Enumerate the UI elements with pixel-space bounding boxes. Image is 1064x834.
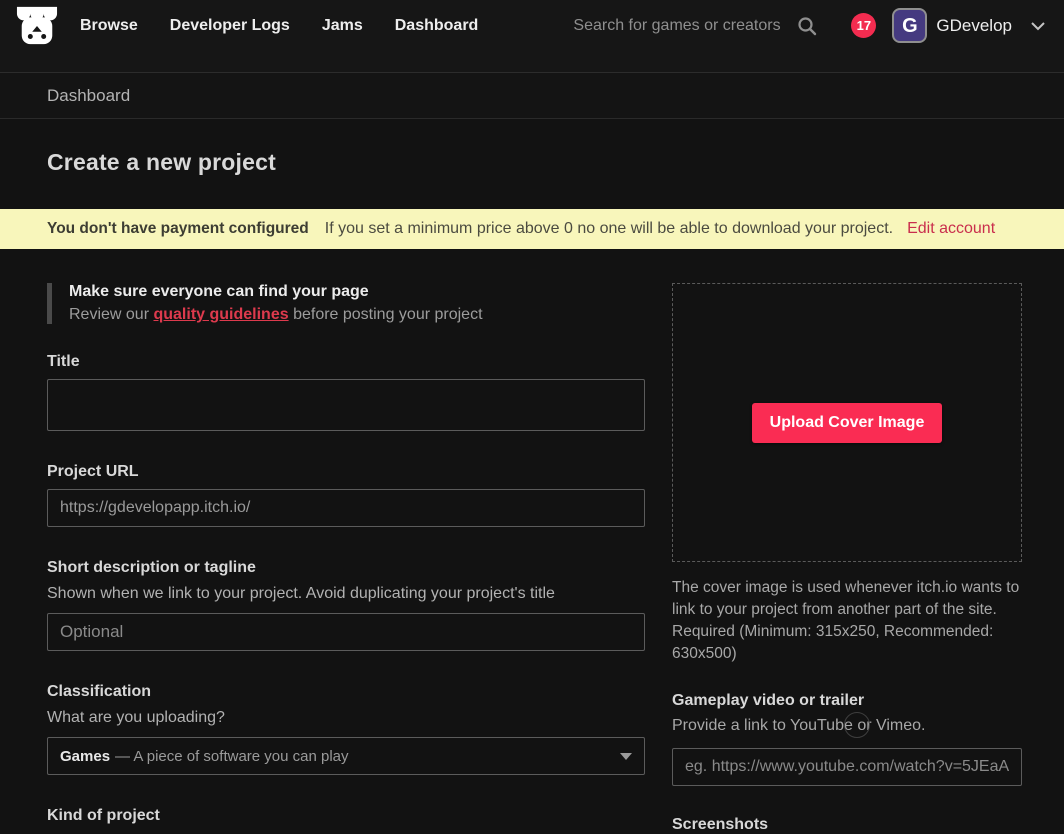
project-url-label: Project URL [47, 463, 645, 481]
classification-field-group: Classification What are you uploading? G… [47, 683, 645, 775]
page-header: Create a new project [0, 119, 1064, 176]
search-icon[interactable] [797, 16, 817, 36]
classification-help: What are you uploading? [47, 709, 645, 727]
title-label: Title [47, 353, 645, 371]
page-title: Create a new project [47, 149, 1017, 176]
gameplay-video-label: Gameplay video or trailer [672, 692, 1022, 710]
quality-hint: Make sure everyone can find your page Re… [47, 283, 645, 324]
classification-select[interactable]: Games — A piece of software you can play [47, 737, 645, 775]
short-description-input[interactable] [47, 613, 645, 651]
search-input[interactable] [573, 17, 791, 35]
classification-selected-description: — A piece of software you can play [115, 748, 348, 765]
hint-subtitle: Review our quality guidelines before pos… [69, 306, 645, 324]
classification-selected-value: Games [60, 748, 110, 765]
hint-post: before posting your project [289, 306, 483, 323]
itchio-logo-icon[interactable] [14, 5, 60, 47]
banner-text: If you set a minimum price above 0 no on… [325, 220, 893, 238]
cover-image-help: The cover image is used whenever itch.io… [672, 577, 1022, 665]
avatar[interactable]: G [892, 8, 927, 43]
breadcrumb-dashboard[interactable]: Dashboard [47, 86, 130, 106]
username[interactable]: GDevelop [936, 16, 1012, 36]
short-description-field-group: Short description or tagline Shown when … [47, 559, 645, 651]
hint-pre: Review our [69, 306, 153, 323]
project-url-input[interactable] [47, 489, 645, 527]
project-url-field-group: Project URL [47, 463, 645, 527]
screenshots-section: Screenshots Optional but highly recommen… [672, 816, 1022, 834]
nav-link-browse[interactable]: Browse [80, 17, 138, 35]
form-right-column: Upload Cover Image The cover image is us… [672, 283, 1022, 834]
quality-guidelines-link[interactable]: quality guidelines [153, 306, 288, 323]
short-description-help: Shown when we link to your project. Avoi… [47, 585, 645, 603]
breadcrumb-bar: Dashboard [0, 73, 1064, 119]
title-input[interactable] [47, 379, 645, 431]
avatar-letter: G [902, 16, 918, 36]
top-nav: Browse Developer Logs Jams Dashboard 17 … [0, 0, 1064, 73]
chevron-down-icon[interactable] [1028, 16, 1048, 36]
hint-title: Make sure everyone can find your page [69, 283, 645, 301]
form-content: Make sure everyone can find your page Re… [0, 249, 1064, 834]
dropdown-caret-icon [620, 753, 632, 760]
gameplay-video-input[interactable] [672, 748, 1022, 786]
short-description-label: Short description or tagline [47, 559, 645, 577]
payment-warning-banner: You don't have payment configured If you… [0, 209, 1064, 249]
search-box [573, 16, 817, 36]
cover-image-dropzone[interactable]: Upload Cover Image [672, 283, 1022, 562]
edit-account-link[interactable]: Edit account [907, 220, 995, 238]
gameplay-video-help-text: Provide a link to YouTube or Vimeo. [672, 717, 926, 734]
banner-bold-text: You don't have payment configured [47, 220, 309, 238]
classification-label: Classification [47, 683, 645, 701]
nav-link-jams[interactable]: Jams [322, 17, 363, 35]
form-left-column: Make sure everyone can find your page Re… [47, 283, 645, 834]
gameplay-video-help: Provide a link to YouTube or Vimeo. [672, 717, 1022, 735]
title-field-group: Title [47, 353, 645, 431]
nav-link-developer-logs[interactable]: Developer Logs [170, 17, 290, 35]
notification-badge[interactable]: 17 [851, 13, 876, 38]
nav-link-dashboard[interactable]: Dashboard [395, 17, 479, 35]
kind-of-project-label: Kind of project [47, 807, 645, 825]
upload-cover-image-button[interactable]: Upload Cover Image [752, 403, 943, 443]
screenshots-label: Screenshots [672, 816, 1022, 834]
